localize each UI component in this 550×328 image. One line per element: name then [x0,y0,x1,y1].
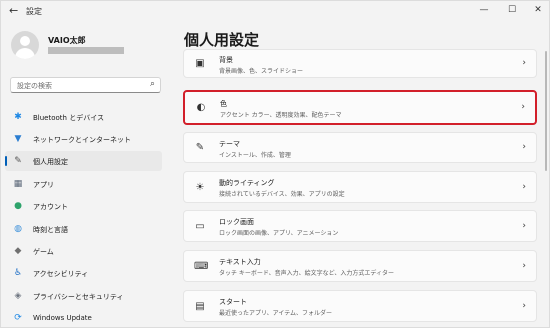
bluetooth-icon: ✱ [14,112,22,122]
sidebar-item-label: ネットワークとインターネット [33,136,131,144]
apps-icon: ▦ [13,179,23,189]
lock-screen-icon: ▭ [195,221,205,232]
sidebar-item-label: Bluetooth とデバイス [33,114,104,122]
card-subtitle: 最近使ったアプリ、アイテム、フォルダー [219,310,333,317]
card-subtitle: インストール、作成、管理 [219,152,291,159]
chevron-right-icon: › [522,142,526,152]
sidebar-item-label: アクセシビリティ [33,270,89,278]
card-title: スタート [219,298,247,306]
avatar-head-shape [20,36,30,46]
card-text-input[interactable]: ⌨ テキスト入力 タッチ キーボード、音声入力、絵文字など、入力方式エディター … [183,250,537,282]
card-lock-screen[interactable]: ▭ ロック画面 ロック画面の画像、アプリ、アニメーション › [183,210,537,242]
sidebar-item-label: アプリ [33,181,54,189]
card-title: 色 [220,100,227,108]
card-themes[interactable]: ✎ テーマ インストール、作成、管理 › [183,132,537,163]
card-title: ロック画面 [219,218,254,226]
sidebar-item-network[interactable]: ▼ ネットワークとインターネット [5,129,162,149]
brush-icon: ✎ [14,156,22,166]
profile-name: VAIO太郎 [48,36,86,45]
card-subtitle: 接続されているデバイス、効果、アプリの設定 [219,191,345,198]
image-icon: ▣ [195,58,205,69]
search-input[interactable]: 設定の検索 ⌕ [10,77,161,93]
sidebar-item-accounts[interactable]: ● アカウント [5,196,162,216]
search-placeholder: 設定の検索 [17,82,52,90]
search-icon: ⌕ [149,79,155,89]
chevron-right-icon: › [522,182,526,192]
sidebar-item-bluetooth[interactable]: ✱ Bluetooth とデバイス [5,107,162,127]
shield-icon: ◈ [14,291,22,301]
card-subtitle: ロック画面の画像、アプリ、アニメーション [219,230,339,237]
chevron-right-icon: › [522,301,526,311]
chevron-right-icon: › [522,221,526,231]
profile-email-redacted [48,47,124,54]
account-icon: ● [14,201,22,211]
card-dynamic-lighting[interactable]: ☀ 動的ライティング 接続されているデバイス、効果、アプリの設定 › [183,171,537,203]
card-start[interactable]: ▤ スタート 最近使ったアプリ、アイテム、フォルダー › [183,290,537,322]
card-colors[interactable]: ◐ 色 アクセント カラー、透明度効果、配色テーマ › [183,90,537,125]
sidebar-item-label: ゲーム [33,248,54,256]
sidebar-item-windows-update[interactable]: ⟳ Windows Update [5,308,162,328]
keyboard-icon: ⌨ [194,261,209,272]
start-menu-icon: ▤ [195,301,205,312]
sidebar-item-privacy[interactable]: ◈ プライバシーとセキュリティ [5,286,162,306]
card-subtitle: アクセント カラー、透明度効果、配色テーマ [220,112,342,119]
card-title: テキスト入力 [219,258,261,266]
sidebar-item-accessibility[interactable]: ♿ アクセシビリティ [5,263,162,283]
chevron-right-icon: › [522,261,526,271]
close-button[interactable]: ✕ [525,1,550,19]
gamepad-icon: ◆ [14,246,22,256]
sidebar-item-label: プライバシーとセキュリティ [33,293,124,301]
lighting-icon: ☀ [195,182,205,193]
page-title: 個人用設定 [184,31,260,49]
card-subtitle: 背景画像、色、スライドショー [219,68,304,75]
sidebar-item-label: Windows Update [33,314,92,322]
sidebar-item-personalization[interactable]: ✎ 個人用設定 [5,151,162,171]
sidebar-item-apps[interactable]: ▦ アプリ [5,174,162,194]
maximize-button[interactable]: ☐ [499,1,525,19]
wifi-icon: ▼ [14,134,22,144]
update-icon: ⟳ [14,313,22,323]
accessibility-icon: ♿ [13,268,23,278]
sidebar-item-time-language[interactable]: ◍ 時刻と言語 [5,219,162,239]
scrollbar[interactable] [545,51,547,171]
chevron-right-icon: › [522,58,526,68]
palette-icon: ◐ [196,102,206,113]
card-title: 背景 [219,56,233,64]
settings-window: ← 設定 — ☐ ✕ VAIO太郎 設定の検索 ⌕ ✱ Bluetooth とデ… [0,0,550,328]
sidebar-item-label: 時刻と言語 [33,226,68,234]
chevron-right-icon: › [521,102,525,112]
back-arrow-icon[interactable]: ← [9,4,18,17]
card-subtitle: タッチ キーボード、音声入力、絵文字など、入力方式エディター [219,270,394,277]
minimize-button[interactable]: — [471,1,497,19]
sidebar-item-gaming[interactable]: ◆ ゲーム [5,241,162,261]
avatar[interactable] [11,31,39,59]
card-background[interactable]: ▣ 背景 背景画像、色、スライドショー › [183,49,537,78]
title-bar: ← 設定 — ☐ ✕ [1,1,550,21]
sidebar-item-label: 個人用設定 [33,158,68,166]
selected-indicator [5,156,7,166]
card-title: 動的ライティング [219,179,275,187]
sidebar-item-label: アカウント [33,203,68,211]
app-title: 設定 [26,7,42,16]
brush-icon: ✎ [195,142,205,153]
avatar-body-shape [15,48,35,59]
globe-clock-icon: ◍ [14,224,22,234]
card-title: テーマ [219,140,240,148]
